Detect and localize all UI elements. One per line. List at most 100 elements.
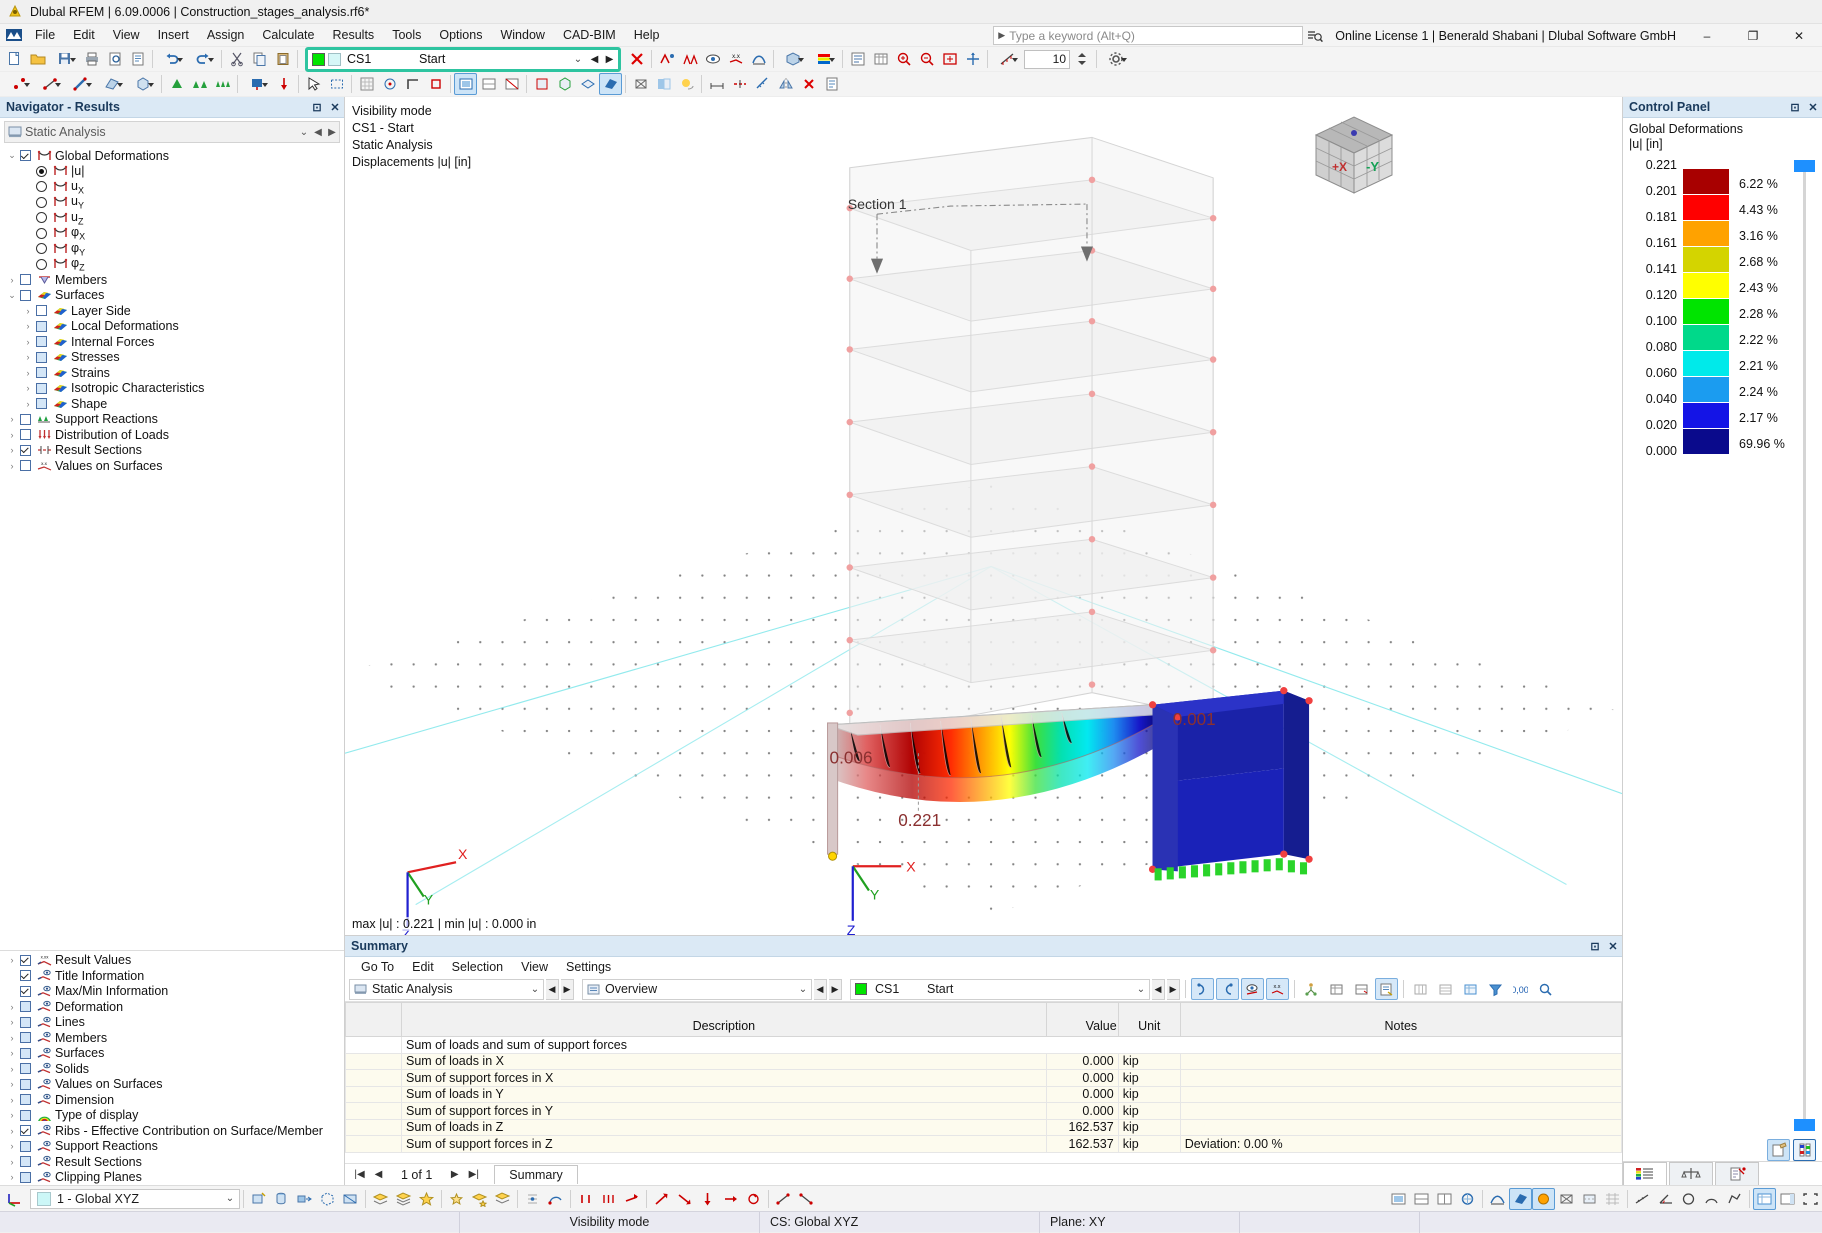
layers3-icon[interactable] [491, 1188, 514, 1210]
expander-collapse-icon[interactable]: ⌄ [4, 150, 20, 161]
expander-expand-icon[interactable]: › [4, 1002, 20, 1012]
transparency-icon[interactable] [652, 73, 675, 95]
nodal-support-icon[interactable] [165, 73, 188, 95]
summary-decimals-icon[interactable]: 0,00 [1509, 978, 1532, 1000]
expander-expand-icon[interactable]: › [4, 1017, 20, 1027]
display-tree-item[interactable]: › Clipping Planes [0, 1170, 344, 1186]
summary-menu-selection[interactable]: Selection [444, 958, 511, 976]
summary-menu-goto[interactable]: Go To [353, 958, 402, 976]
legend-color-band[interactable] [1683, 195, 1729, 221]
navigator-close-button[interactable]: ✕ [326, 98, 344, 116]
menu-results[interactable]: Results [324, 25, 384, 45]
pager-first-button[interactable]: |◀ [351, 1169, 368, 1180]
table-row[interactable]: Sum of loads in Z 162.537 kip [345, 1118, 1622, 1136]
vector3-icon[interactable] [696, 1188, 719, 1210]
summary-table-wrap[interactable]: Description Value Unit Notes Sum of load… [345, 1002, 1622, 1163]
support-sym-icon[interactable] [574, 1188, 597, 1210]
legend-color-band[interactable] [1683, 221, 1729, 247]
menu-calculate[interactable]: Calculate [253, 25, 323, 45]
model-viewport[interactable]: Visibility mode CS1 - Start Static Analy… [345, 97, 1622, 935]
summary-filter-icon[interactable] [1191, 978, 1214, 1000]
visibility-mode-icon[interactable] [454, 73, 477, 95]
summary-grid-icon[interactable] [1459, 978, 1482, 1000]
radio-button[interactable] [36, 165, 47, 177]
cs-select-chevron-icon[interactable]: ⌄ [221, 1193, 239, 1204]
new-file-icon[interactable] [3, 48, 26, 70]
tree-item[interactable]: › Local Deformations [0, 319, 344, 335]
search-list-icon[interactable] [1303, 26, 1327, 46]
favorite2-icon[interactable] [445, 1188, 468, 1210]
panel-toggle-icon[interactable] [1776, 1188, 1799, 1210]
expander-expand-icon[interactable]: › [20, 352, 36, 362]
close-button[interactable]: ✕ [1776, 24, 1822, 48]
shade-icon[interactable] [1532, 1187, 1555, 1210]
node-tool-icon[interactable] [3, 73, 34, 95]
expander-expand-icon[interactable]: › [20, 306, 36, 316]
pager-last-button[interactable]: ▶| [465, 1169, 482, 1180]
cs-prev-button[interactable]: ◀ [587, 54, 602, 65]
mirror-icon[interactable] [774, 73, 797, 95]
new-cs-icon[interactable] [247, 1188, 270, 1210]
checkbox[interactable] [20, 413, 31, 425]
fullscreen-icon[interactable] [1799, 1188, 1822, 1210]
display-tree-item[interactable]: › Type of display [0, 1108, 344, 1124]
arc-tool-icon[interactable] [1700, 1188, 1723, 1210]
legend-color-band[interactable] [1683, 299, 1729, 325]
zoom-all-icon[interactable] [938, 48, 961, 70]
legend-slider-thumb-bottom[interactable] [1794, 1119, 1815, 1131]
summary-cs-next[interactable]: ▶ [1167, 978, 1180, 1000]
legend-color-band[interactable] [1683, 377, 1729, 403]
print-icon[interactable] [80, 48, 103, 70]
save-file-icon[interactable] [49, 48, 80, 70]
summary-tree-icon[interactable] [1300, 978, 1323, 1000]
line-support-icon[interactable] [188, 73, 211, 95]
expander-expand-icon[interactable]: › [4, 1048, 20, 1058]
menu-cad-bim[interactable]: CAD-BIM [554, 25, 625, 45]
display-tree-item[interactable]: › Surfaces [0, 1046, 344, 1062]
grid-icon[interactable] [355, 73, 378, 95]
display-tree-item[interactable]: › Solids [0, 1061, 344, 1077]
checkbox[interactable] [20, 444, 31, 456]
tree-item[interactable]: › Distribution of Loads [0, 427, 344, 443]
expander-collapse-icon[interactable]: ⌄ [4, 290, 20, 301]
tree-item[interactable]: › x.x Values on Surfaces [0, 458, 344, 474]
expander-expand-icon[interactable]: › [4, 1172, 20, 1182]
load-dir-icon[interactable] [620, 1188, 643, 1210]
menu-file[interactable]: File [26, 25, 64, 45]
display-tree-item[interactable]: Max/Min Information [0, 984, 344, 1000]
cs-box-icon[interactable] [316, 1188, 339, 1210]
tree-item[interactable]: › Isotropic Characteristics [0, 381, 344, 397]
section-icon[interactable] [728, 73, 751, 95]
info-icon[interactable] [820, 73, 843, 95]
tab-color-scale[interactable] [1623, 1162, 1667, 1185]
zoom-spin-icon[interactable] [1070, 48, 1093, 70]
tree-item[interactable]: ⌄ Surfaces [0, 288, 344, 304]
checkbox[interactable] [20, 985, 31, 997]
summary-cs-chevron-icon[interactable]: ⌄ [1133, 984, 1149, 995]
render-mode-icon[interactable] [777, 48, 808, 70]
expander-expand-icon[interactable]: › [20, 383, 36, 393]
model-tree-icon[interactable] [846, 48, 869, 70]
navigator-pin-button[interactable]: ⊡ [308, 98, 326, 116]
legend-color-band[interactable] [1683, 351, 1729, 377]
menu-view[interactable]: View [104, 25, 149, 45]
display-tree-item[interactable]: › Lines [0, 1015, 344, 1031]
favorites-icon[interactable] [415, 1188, 438, 1210]
menu-insert[interactable]: Insert [149, 25, 198, 45]
summary-table-icon[interactable] [1325, 978, 1348, 1000]
checkbox[interactable] [20, 954, 31, 966]
surface-tool-icon[interactable] [96, 73, 127, 95]
checkbox[interactable] [20, 1125, 31, 1137]
tree-item[interactable]: › Layer Side [0, 303, 344, 319]
checkbox[interactable] [20, 274, 31, 286]
table-row[interactable]: Sum of loads in Y 0.000 kip [345, 1085, 1622, 1103]
vector4-icon[interactable] [719, 1188, 742, 1210]
checkbox[interactable] [20, 460, 31, 472]
summary-cs-prev[interactable]: ◀ [1152, 978, 1165, 1000]
chevron-down-icon[interactable]: ⌄ [569, 54, 587, 65]
control-panel-pin-button[interactable]: ⊡ [1786, 98, 1804, 116]
shadow-icon[interactable] [675, 73, 698, 95]
search-input[interactable]: ▶ Type a keyword (Alt+Q) [993, 26, 1304, 45]
cs-next-button[interactable]: ▶ [602, 54, 617, 65]
wire-icon[interactable] [1555, 1188, 1578, 1210]
